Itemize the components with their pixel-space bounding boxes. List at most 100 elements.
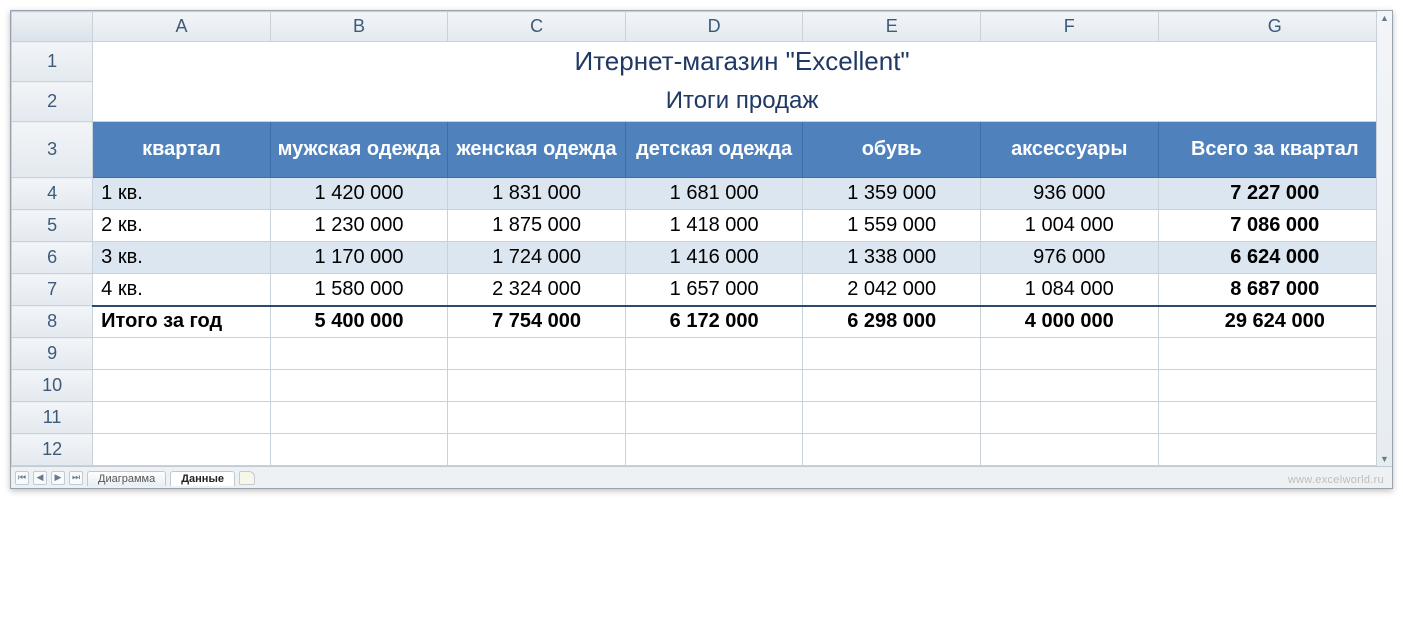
row-header[interactable]: 2 — [12, 82, 93, 122]
cell[interactable] — [803, 402, 981, 434]
cell[interactable]: 1 004 000 — [980, 210, 1158, 242]
cell[interactable]: 1 230 000 — [270, 210, 448, 242]
cell[interactable] — [625, 370, 803, 402]
cell-row-total[interactable]: 8 687 000 — [1158, 274, 1391, 306]
sheet-tab-data[interactable]: Данные — [170, 471, 235, 486]
cell[interactable] — [93, 370, 271, 402]
cell[interactable]: 936 000 — [980, 178, 1158, 210]
cell[interactable] — [980, 370, 1158, 402]
cell[interactable]: 1 875 000 — [448, 210, 626, 242]
row-header[interactable]: 12 — [12, 434, 93, 466]
row-header[interactable]: 7 — [12, 274, 93, 306]
col-header-A[interactable]: A — [93, 12, 271, 42]
row-header[interactable]: 1 — [12, 42, 93, 82]
row-header[interactable]: 4 — [12, 178, 93, 210]
cell[interactable] — [803, 370, 981, 402]
cell[interactable]: 1 681 000 — [625, 178, 803, 210]
vertical-scrollbar[interactable]: ▲ ▼ — [1376, 11, 1392, 466]
cell[interactable] — [270, 370, 448, 402]
cell[interactable] — [980, 402, 1158, 434]
cell[interactable] — [803, 434, 981, 466]
row-header[interactable]: 9 — [12, 338, 93, 370]
cell-row-total[interactable]: 6 624 000 — [1158, 242, 1391, 274]
cell[interactable]: 1 338 000 — [803, 242, 981, 274]
tab-nav-prev-icon[interactable]: ◀ — [33, 471, 47, 485]
cell-year-total[interactable]: 4 000 000 — [980, 306, 1158, 338]
row-header[interactable]: 5 — [12, 210, 93, 242]
header-total[interactable]: Всего за квартал — [1158, 122, 1391, 178]
header-womens[interactable]: женская одежда — [448, 122, 626, 178]
header-kids[interactable]: детская одежда — [625, 122, 803, 178]
col-header-D[interactable]: D — [625, 12, 803, 42]
cell[interactable] — [93, 434, 271, 466]
row-header[interactable]: 11 — [12, 402, 93, 434]
cell[interactable]: 1 416 000 — [625, 242, 803, 274]
cell[interactable]: 976 000 — [980, 242, 1158, 274]
cell[interactable]: 2 042 000 — [803, 274, 981, 306]
header-mens[interactable]: мужская одежда — [270, 122, 448, 178]
cell[interactable] — [980, 338, 1158, 370]
tab-nav-next-icon[interactable]: ▶ — [51, 471, 65, 485]
cell[interactable] — [448, 434, 626, 466]
cell[interactable] — [448, 370, 626, 402]
cell[interactable] — [625, 402, 803, 434]
col-header-E[interactable]: E — [803, 12, 981, 42]
cell[interactable] — [448, 338, 626, 370]
cell[interactable] — [93, 338, 271, 370]
cell[interactable]: 1 084 000 — [980, 274, 1158, 306]
cell[interactable] — [270, 402, 448, 434]
cell[interactable] — [448, 402, 626, 434]
cell-year-total[interactable]: 6 172 000 — [625, 306, 803, 338]
row-header[interactable]: 3 — [12, 122, 93, 178]
page-title[interactable]: Итернет-магазин "Excellent" — [93, 42, 1392, 82]
cell-year-total[interactable]: 6 298 000 — [803, 306, 981, 338]
cell[interactable]: 2 кв. — [93, 210, 271, 242]
col-header-G[interactable]: G — [1158, 12, 1391, 42]
sheet-tab-diagram[interactable]: Диаграмма — [87, 471, 166, 486]
row-header[interactable]: 8 — [12, 306, 93, 338]
cell[interactable]: 1 359 000 — [803, 178, 981, 210]
cell[interactable] — [625, 434, 803, 466]
cell[interactable] — [93, 402, 271, 434]
cell-year-label[interactable]: Итого за год — [93, 306, 271, 338]
cell[interactable] — [625, 338, 803, 370]
new-sheet-button[interactable] — [239, 471, 255, 485]
cell[interactable] — [803, 338, 981, 370]
cell[interactable] — [1158, 370, 1391, 402]
row-header[interactable]: 6 — [12, 242, 93, 274]
cell[interactable]: 1 580 000 — [270, 274, 448, 306]
scroll-up-icon[interactable]: ▲ — [1380, 11, 1389, 25]
cell-row-total[interactable]: 7 086 000 — [1158, 210, 1391, 242]
cell[interactable]: 1 724 000 — [448, 242, 626, 274]
col-header-F[interactable]: F — [980, 12, 1158, 42]
cell-year-total[interactable]: 7 754 000 — [448, 306, 626, 338]
cell[interactable]: 4 кв. — [93, 274, 271, 306]
cell[interactable]: 1 831 000 — [448, 178, 626, 210]
cell[interactable]: 1 559 000 — [803, 210, 981, 242]
cell-row-total[interactable]: 7 227 000 — [1158, 178, 1391, 210]
spreadsheet-grid[interactable]: A B C D E F G 1 Итернет-магазин "Excelle… — [11, 11, 1392, 466]
cell[interactable] — [270, 338, 448, 370]
page-subtitle[interactable]: Итоги продаж — [93, 82, 1392, 122]
header-accessories[interactable]: аксессуары — [980, 122, 1158, 178]
tab-nav-last-icon[interactable]: ⏭ — [69, 471, 83, 485]
header-quarter[interactable]: квартал — [93, 122, 271, 178]
col-header-C[interactable]: C — [448, 12, 626, 42]
cell[interactable]: 3 кв. — [93, 242, 271, 274]
cell[interactable] — [980, 434, 1158, 466]
cell[interactable]: 1 418 000 — [625, 210, 803, 242]
cell-year-total[interactable]: 5 400 000 — [270, 306, 448, 338]
scroll-down-icon[interactable]: ▼ — [1380, 452, 1389, 466]
cell[interactable] — [1158, 434, 1391, 466]
select-all-corner[interactable] — [12, 12, 93, 42]
row-header[interactable]: 10 — [12, 370, 93, 402]
cell[interactable]: 1 кв. — [93, 178, 271, 210]
tab-nav-first-icon[interactable]: ⏮ — [15, 471, 29, 485]
cell[interactable] — [1158, 338, 1391, 370]
cell[interactable]: 1 170 000 — [270, 242, 448, 274]
col-header-B[interactable]: B — [270, 12, 448, 42]
cell[interactable]: 2 324 000 — [448, 274, 626, 306]
cell[interactable]: 1 657 000 — [625, 274, 803, 306]
cell[interactable] — [270, 434, 448, 466]
cell-grand-total[interactable]: 29 624 000 — [1158, 306, 1391, 338]
